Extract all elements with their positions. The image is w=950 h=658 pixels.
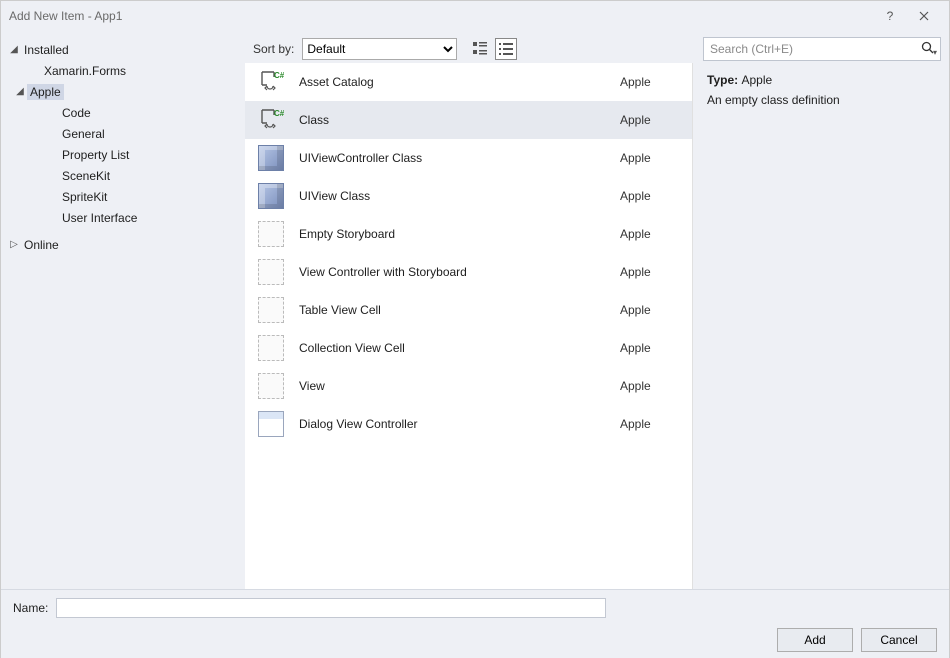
template-row[interactable]: UIViewController Class Apple [245, 139, 692, 177]
template-category: Apple [620, 417, 680, 431]
view-medium-icons[interactable] [469, 38, 491, 60]
svg-text:C#: C# [274, 71, 284, 80]
help-button[interactable]: ? [873, 5, 907, 27]
detail-description: An empty class definition [707, 93, 935, 107]
window-title: Add New Item - App1 [9, 9, 873, 23]
add-button[interactable]: Add [777, 628, 853, 652]
storyboard-icon [258, 221, 284, 247]
template-name: Class [299, 113, 606, 127]
tree-apple-user-interface[interactable]: User Interface [39, 207, 245, 228]
template-category: Apple [620, 189, 680, 203]
template-row[interactable]: View Apple [245, 367, 692, 405]
search-icon[interactable]: ▾ [921, 41, 935, 58]
sort-label: Sort by: [253, 42, 294, 56]
template-name: Asset Catalog [299, 75, 606, 89]
template-name: View Controller with Storyboard [299, 265, 606, 279]
template-name: UIView Class [299, 189, 606, 203]
expand-icon: ◢ [13, 86, 27, 97]
template-category: Apple [620, 75, 680, 89]
template-name: Table View Cell [299, 303, 606, 317]
detail-type: Type: Apple [707, 73, 935, 87]
template-row[interactable]: C# Class Apple [245, 101, 692, 139]
template-category: Apple [620, 227, 680, 241]
storyboard-icon [258, 259, 284, 285]
template-name: UIViewController Class [299, 151, 606, 165]
template-category: Apple [620, 113, 680, 127]
class-cube-icon [258, 183, 284, 209]
tree-apple-spritekit[interactable]: SpriteKit [39, 186, 245, 207]
template-row[interactable]: Table View Cell Apple [245, 291, 692, 329]
collapse-icon: ▷ [7, 239, 21, 250]
tree-online[interactable]: ▷ Online [1, 234, 245, 255]
close-icon [919, 11, 929, 21]
sort-dropdown[interactable]: Default [302, 38, 457, 60]
storyboard-icon [258, 373, 284, 399]
template-row[interactable]: Empty Storyboard Apple [245, 215, 692, 253]
class-cube-icon [258, 145, 284, 171]
title-bar: Add New Item - App1 ? [1, 1, 949, 31]
template-row[interactable]: Dialog View Controller Apple [245, 405, 692, 443]
template-category: Apple [620, 341, 680, 355]
tree-apple-general[interactable]: General [39, 123, 245, 144]
svg-text:C#: C# [274, 109, 284, 118]
content: Sort by: Default ▾ C#Asset [245, 31, 949, 589]
tree-apple-code[interactable]: Code [39, 102, 245, 123]
tree-apple-children: Code General Property List SceneKit Spri… [21, 102, 245, 228]
list-icon [499, 42, 513, 56]
template-name: View [299, 379, 606, 393]
template-row[interactable]: Collection View Cell Apple [245, 329, 692, 367]
storyboard-icon [258, 297, 284, 323]
bottom-panel: Name: Add Cancel [1, 589, 949, 658]
name-row: Name: [13, 598, 937, 618]
view-small-icons[interactable] [495, 38, 517, 60]
csharp-file-icon: C# [258, 107, 284, 133]
detail-panel: Type: Apple An empty class definition [693, 63, 949, 589]
name-input[interactable] [56, 598, 606, 618]
template-category: Apple [620, 379, 680, 393]
template-name: Empty Storyboard [299, 227, 606, 241]
template-list: C#Asset CatalogAppleC#ClassAppleUIViewCo… [245, 63, 693, 589]
tree-apple[interactable]: ◢ Apple [21, 81, 245, 102]
sidebar: ◢ Installed Xamarin.Forms ◢ Apple Code G… [1, 31, 245, 589]
window-icon [258, 411, 284, 437]
expand-icon: ◢ [7, 44, 21, 55]
close-button[interactable] [907, 5, 941, 27]
template-row[interactable]: C# Asset Catalog Apple [245, 63, 692, 101]
tree-apple-scenekit[interactable]: SceneKit [39, 165, 245, 186]
template-row[interactable]: View Controller with Storyboard Apple [245, 253, 692, 291]
name-label: Name: [13, 601, 48, 615]
tree-xamarin-forms[interactable]: Xamarin.Forms [21, 60, 245, 81]
template-category: Apple [620, 303, 680, 317]
toolbar: Sort by: Default ▾ [245, 31, 949, 63]
template-name: Dialog View Controller [299, 417, 606, 431]
grid-icon [473, 42, 487, 56]
tree-apple-property-list[interactable]: Property List [39, 144, 245, 165]
storyboard-icon [258, 335, 284, 361]
tree-installed[interactable]: ◢ Installed [1, 39, 245, 60]
template-category: Apple [620, 151, 680, 165]
main-area: ◢ Installed Xamarin.Forms ◢ Apple Code G… [1, 31, 949, 589]
csharp-file-icon: C# [258, 69, 284, 95]
template-name: Collection View Cell [299, 341, 606, 355]
template-row[interactable]: UIView Class Apple [245, 177, 692, 215]
search-input[interactable] [703, 37, 941, 61]
cancel-button[interactable]: Cancel [861, 628, 937, 652]
search-box: ▾ [703, 37, 941, 61]
template-category: Apple [620, 265, 680, 279]
